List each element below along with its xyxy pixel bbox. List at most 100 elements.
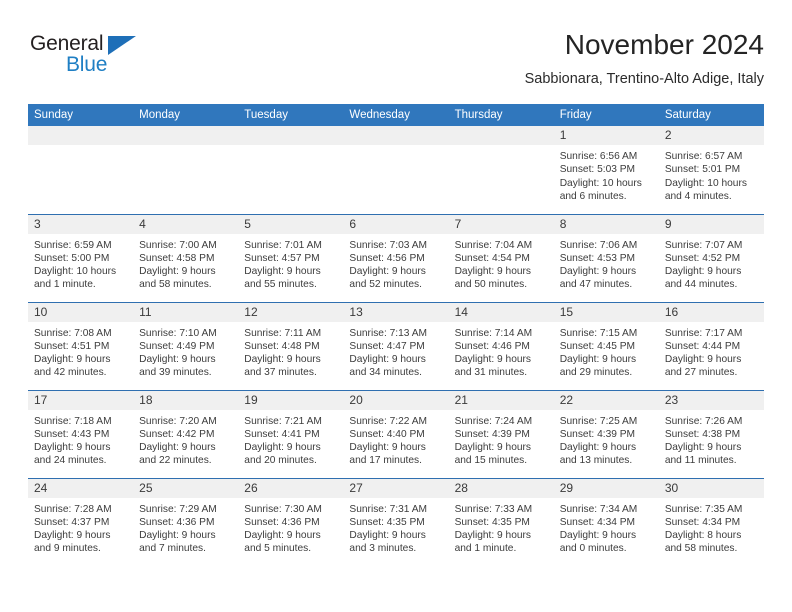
calendar-day-cell[interactable]: 26 Sunrise: 7:30 AM Sunset: 4:36 PM Dayligh… xyxy=(238,477,344,566)
day-number: 16 xyxy=(658,302,764,322)
day-info-line: Daylight: 9 hours xyxy=(139,530,216,542)
day-sun-info: Sunrise: 7:01 AM Sunset: 4:57 PM Daylight:… xyxy=(238,234,343,292)
day-number: 25 xyxy=(133,478,239,498)
day-sun-info: Sunrise: 7:14 AM Sunset: 4:46 PM Daylight:… xyxy=(449,322,554,380)
calendar-day-cell[interactable]: 6 Sunrise: 7:03 AM Sunset: 4:56 PM Daylight… xyxy=(343,213,449,302)
day-number: 9 xyxy=(658,214,764,234)
day-cell-inner: 29 Sunrise: 7:34 AM Sunset: 4:34 PM Dayligh… xyxy=(553,478,659,567)
calendar-day-cell[interactable]: 14 Sunrise: 7:14 AM Sunset: 4:46 PM Dayligh… xyxy=(448,301,554,390)
calendar-week-row: 10 Sunrise: 7:08 AM Sunset: 4:51 PM Dayligh… xyxy=(28,301,764,390)
calendar-day-cell[interactable]: 17 Sunrise: 7:18 AM Sunset: 4:43 PM Dayligh… xyxy=(28,389,134,478)
day-cell-inner: 13 Sunrise: 7:13 AM Sunset: 4:47 PM Dayligh… xyxy=(343,302,449,390)
calendar-page: General Blue November 2024 Sabbionara, T… xyxy=(0,0,792,612)
calendar-day-cell[interactable]: 28 Sunrise: 7:33 AM Sunset: 4:35 PM Dayligh… xyxy=(448,477,554,567)
calendar-day-cell[interactable]: 24 Sunrise: 7:28 AM Sunset: 4:37 PM Dayligh… xyxy=(28,477,134,566)
day-number: 26 xyxy=(238,478,344,498)
day-info-line: Sunrise: 6:57 AM xyxy=(664,151,743,162)
day-info-line: Sunset: 4:54 PM xyxy=(454,252,530,264)
calendar-day-cell[interactable]: 13 Sunrise: 7:13 AM Sunset: 4:47 PM Dayligh… xyxy=(343,301,449,390)
day-info-line: Sunset: 4:34 PM xyxy=(559,516,636,528)
day-info-line: Sunset: 4:56 PM xyxy=(349,252,425,264)
day-info-line: and 34 minutes. xyxy=(349,367,422,379)
calendar-day-cell[interactable]: 10 Sunrise: 7:08 AM Sunset: 4:51 PM Dayligh… xyxy=(28,301,134,390)
day-info-line: Sunrise: 7:15 AM xyxy=(559,327,638,339)
day-info-line: Sunset: 4:58 PM xyxy=(139,252,215,264)
weekday-header-wednesday: Wednesday xyxy=(343,104,449,126)
generalblue-logo[interactable]: General Blue xyxy=(30,32,180,84)
day-cell-inner xyxy=(448,126,554,214)
day-info-line: Sunset: 4:57 PM xyxy=(244,252,320,264)
calendar-day-cell[interactable]: 16 Sunrise: 7:17 AM Sunset: 4:44 PM Dayligh… xyxy=(658,301,764,390)
calendar-day-cell[interactable]: 25 Sunrise: 7:29 AM Sunset: 4:36 PM Dayligh… xyxy=(133,477,239,566)
calendar-day-cell[interactable]: 12 Sunrise: 7:11 AM Sunset: 4:48 PM Dayligh… xyxy=(238,301,344,390)
day-info-line: Sunrise: 7:31 AM xyxy=(349,503,428,515)
calendar-day-cell[interactable]: 23 Sunrise: 7:26 AM Sunset: 4:38 PM Dayligh… xyxy=(658,389,764,478)
day-number: 14 xyxy=(448,302,554,322)
day-cell-inner: 5 Sunrise: 7:01 AM Sunset: 4:57 PM Daylight… xyxy=(238,214,344,302)
day-info-line: Daylight: 9 hours xyxy=(349,354,426,366)
day-number: 22 xyxy=(553,390,659,410)
calendar-day-cell[interactable]: 5 Sunrise: 7:01 AM Sunset: 4:57 PM Daylight… xyxy=(238,213,344,302)
day-info-line: Sunrise: 6:59 AM xyxy=(34,239,112,251)
day-info-line: Daylight: 9 hours xyxy=(664,354,742,366)
day-info-line: Daylight: 9 hours xyxy=(559,354,637,366)
day-info-line: Sunrise: 7:28 AM xyxy=(34,503,112,515)
calendar-day-cell[interactable]: 22 Sunrise: 7:25 AM Sunset: 4:39 PM Dayligh… xyxy=(553,389,659,478)
day-info-line: Daylight: 9 hours xyxy=(454,530,532,542)
day-info-line: Sunset: 4:35 PM xyxy=(454,516,530,528)
day-info-line: Sunset: 4:34 PM xyxy=(664,516,741,528)
day-info-line: Sunset: 5:00 PM xyxy=(34,252,110,264)
calendar-day-cell-empty xyxy=(448,126,554,214)
calendar-day-cell[interactable]: 19 Sunrise: 7:21 AM Sunset: 4:41 PM Dayligh… xyxy=(238,389,344,478)
day-sun-info: Sunrise: 7:28 AM Sunset: 4:37 PM Daylight:… xyxy=(28,498,133,556)
day-info-line: Sunrise: 7:08 AM xyxy=(34,327,112,339)
calendar-day-cell[interactable]: 20 Sunrise: 7:22 AM Sunset: 4:40 PM Dayligh… xyxy=(343,389,449,478)
calendar-day-cell[interactable]: 2 Sunrise: 6:57 AM Sunset: 5:01 PM Daylight… xyxy=(658,126,764,214)
day-info-line: and 7 minutes. xyxy=(139,543,206,555)
day-info-line: Sunrise: 7:18 AM xyxy=(34,415,112,427)
day-sun-info: Sunrise: 6:59 AM Sunset: 5:00 PM Daylight:… xyxy=(28,234,133,292)
day-info-line: Sunset: 4:42 PM xyxy=(139,428,215,440)
day-sun-info: Sunrise: 7:26 AM Sunset: 4:38 PM Daylight:… xyxy=(659,410,764,468)
day-number: 21 xyxy=(448,390,554,410)
calendar-day-cell[interactable]: 3 Sunrise: 6:59 AM Sunset: 5:00 PM Daylight… xyxy=(28,213,134,302)
day-number xyxy=(448,126,554,145)
calendar-day-cell[interactable]: 15 Sunrise: 7:15 AM Sunset: 4:45 PM Dayligh… xyxy=(553,301,659,390)
calendar-day-cell[interactable]: 11 Sunrise: 7:10 AM Sunset: 4:49 PM Dayligh… xyxy=(133,301,239,390)
day-number: 30 xyxy=(658,478,764,498)
day-number: 6 xyxy=(343,214,449,234)
day-cell-inner: 28 Sunrise: 7:33 AM Sunset: 4:35 PM Dayligh… xyxy=(448,478,554,567)
day-number: 17 xyxy=(28,390,134,410)
day-info-line: Daylight: 9 hours xyxy=(139,266,216,278)
day-info-line: Sunset: 4:51 PM xyxy=(34,340,110,352)
day-info-line: Sunrise: 7:11 AM xyxy=(244,327,322,339)
day-info-line: and 1 minute. xyxy=(34,279,96,291)
day-cell-inner xyxy=(133,126,239,214)
day-cell-inner: 3 Sunrise: 6:59 AM Sunset: 5:00 PM Daylight… xyxy=(28,214,134,302)
day-number: 13 xyxy=(343,302,449,322)
calendar-day-cell[interactable]: 18 Sunrise: 7:20 AM Sunset: 4:42 PM Dayligh… xyxy=(133,389,239,478)
day-info-line: and 9 minutes. xyxy=(34,543,101,555)
calendar-day-cell[interactable]: 8 Sunrise: 7:06 AM Sunset: 4:53 PM Daylight… xyxy=(553,213,659,302)
day-info-line: Sunset: 4:39 PM xyxy=(454,428,530,440)
day-info-line: and 11 minutes. xyxy=(664,455,737,467)
calendar-day-cell-empty xyxy=(133,126,239,214)
day-sun-info: Sunrise: 7:34 AM Sunset: 4:34 PM Daylight:… xyxy=(554,498,659,556)
day-info-line: and 1 minute. xyxy=(454,543,517,555)
calendar-day-cell[interactable]: 1 Sunrise: 6:56 AM Sunset: 5:03 PM Daylight… xyxy=(553,126,659,214)
day-cell-inner: 16 Sunrise: 7:17 AM Sunset: 4:44 PM Dayligh… xyxy=(658,302,764,390)
calendar-day-cell[interactable]: 21 Sunrise: 7:24 AM Sunset: 4:39 PM Dayligh… xyxy=(448,389,554,478)
day-info-line: Sunset: 4:35 PM xyxy=(349,516,425,528)
calendar-day-cell[interactable]: 9 Sunrise: 7:07 AM Sunset: 4:52 PM Daylight… xyxy=(658,213,764,302)
day-info-line: Sunset: 4:52 PM xyxy=(664,252,741,264)
calendar-day-cell[interactable]: 30 Sunrise: 7:35 AM Sunset: 4:34 PM Dayligh… xyxy=(658,477,764,566)
calendar-day-cell[interactable]: 29 Sunrise: 7:34 AM Sunset: 4:34 PM Dayligh… xyxy=(553,477,659,567)
weekday-header-tuesday: Tuesday xyxy=(238,104,344,126)
calendar-day-cell[interactable]: 4 Sunrise: 7:00 AM Sunset: 4:58 PM Daylight… xyxy=(133,213,239,302)
calendar-day-cell[interactable]: 7 Sunrise: 7:04 AM Sunset: 4:54 PM Daylight… xyxy=(448,213,554,302)
day-info-line: Daylight: 9 hours xyxy=(244,442,321,454)
triangle-icon xyxy=(108,36,136,55)
calendar-day-cell[interactable]: 27 Sunrise: 7:31 AM Sunset: 4:35 PM Dayligh… xyxy=(343,477,449,566)
day-sun-info xyxy=(343,145,448,150)
day-number: 1 xyxy=(553,126,659,145)
